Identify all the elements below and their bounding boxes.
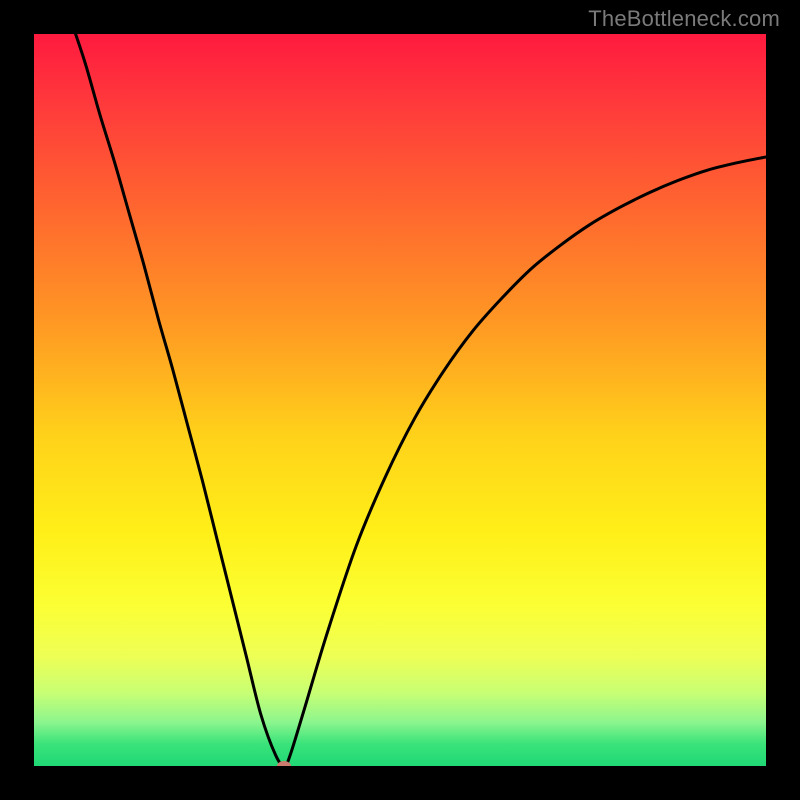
bottleneck-curve <box>34 34 766 766</box>
plot-area <box>34 34 766 766</box>
chart-frame: TheBottleneck.com <box>0 0 800 800</box>
optimum-marker <box>277 761 291 766</box>
watermark-text: TheBottleneck.com <box>588 6 780 32</box>
